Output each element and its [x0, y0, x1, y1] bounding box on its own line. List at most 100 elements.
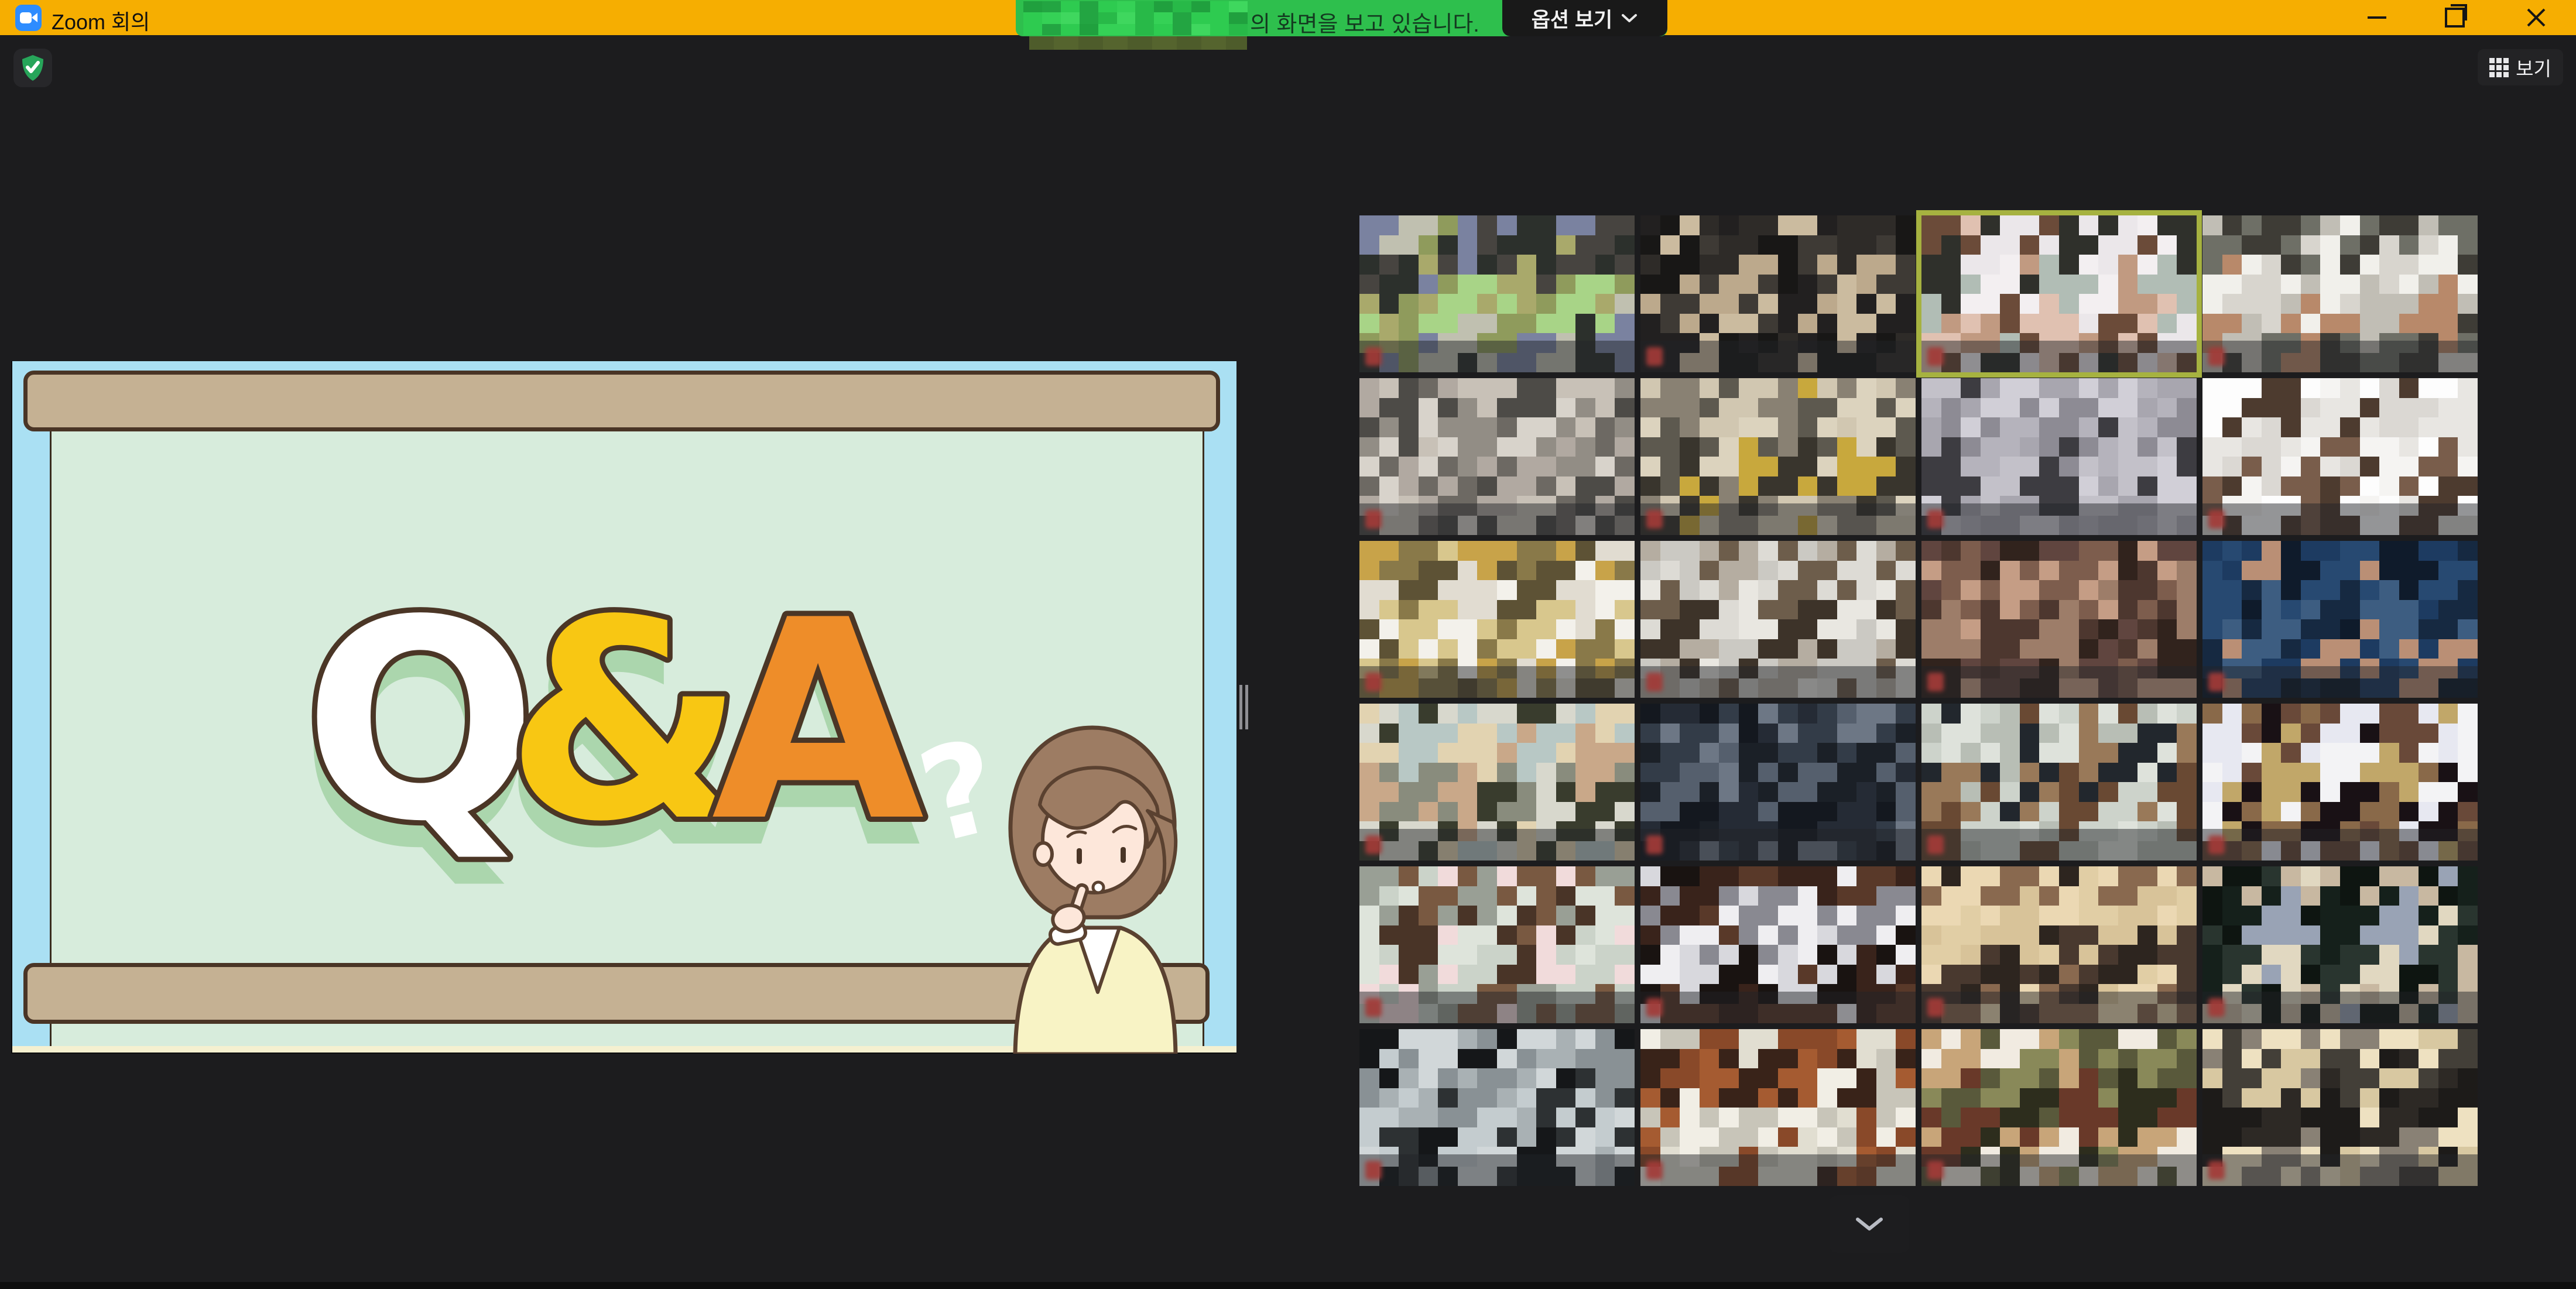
- muted-mic-icon: [1927, 998, 1944, 1017]
- censored-name-overflow: [1029, 36, 1247, 50]
- zoom-meeting-window: Zoom 회의 의 화면을 보고 있습니다. 옵션 보기: [0, 0, 2576, 1289]
- participant-name-bar: [1359, 1154, 1635, 1186]
- participant-name-bar: [1359, 992, 1635, 1023]
- participant-tile[interactable]: [2202, 1029, 2478, 1186]
- share-banner-message: 의 화면을 보고 있습니다.: [1250, 6, 1479, 38]
- participant-tile[interactable]: [2202, 866, 2478, 1023]
- participant-tile[interactable]: [1921, 541, 2197, 698]
- chevron-down-icon: [1621, 12, 1638, 24]
- participant-name-bar: [1640, 666, 1916, 698]
- participant-tile[interactable]: [1921, 1029, 2197, 1186]
- participant-name-bar: [1640, 503, 1916, 535]
- censored-name: [1023, 1, 1248, 35]
- participant-tile[interactable]: [1359, 1029, 1635, 1186]
- participant-name-bar: [2202, 1154, 2478, 1186]
- muted-mic-icon: [1365, 835, 1382, 854]
- muted-mic-icon: [1365, 1161, 1382, 1180]
- gallery-grid-icon: [2489, 58, 2509, 77]
- muted-mic-icon: [1927, 835, 1944, 854]
- view-layout-button[interactable]: 보기: [2478, 49, 2563, 85]
- thinking-woman-illustration: [981, 717, 1204, 1054]
- participant-tile[interactable]: [2202, 215, 2478, 372]
- participant-name-bar: [2202, 666, 2478, 698]
- participant-tile[interactable]: [1640, 704, 1916, 861]
- muted-mic-icon: [2208, 1161, 2225, 1180]
- shared-screen-slide: Q & A Q & A ?: [11, 361, 1236, 1054]
- participant-tile[interactable]: [1640, 215, 1916, 372]
- view-button-label: 보기: [2516, 53, 2551, 81]
- participant-tile[interactable]: [1359, 215, 1635, 372]
- participant-name-bar: [1921, 666, 2197, 698]
- participant-name-bar: [1921, 503, 2197, 535]
- muted-mic-icon: [1927, 1161, 1944, 1180]
- restore-button[interactable]: [2423, 0, 2487, 35]
- muted-mic-icon: [1646, 835, 1663, 854]
- participant-tile[interactable]: [1359, 378, 1635, 535]
- muted-mic-icon: [1365, 510, 1382, 529]
- muted-mic-icon: [2208, 673, 2225, 691]
- muted-mic-icon: [2208, 347, 2225, 366]
- video-grid: [1359, 215, 2478, 1186]
- muted-mic-icon: [2208, 998, 2225, 1017]
- zoom-app-icon: [15, 5, 42, 31]
- panel-resize-handle[interactable]: [1239, 685, 1250, 729]
- more-participants-button[interactable]: [1830, 1195, 1909, 1253]
- participant-name-bar: [1640, 341, 1916, 372]
- muted-mic-icon: [1365, 347, 1382, 366]
- participant-tile[interactable]: [2202, 704, 2478, 861]
- security-button[interactable]: [13, 49, 52, 87]
- participant-tile[interactable]: [1921, 704, 2197, 861]
- participant-name-bar: [1359, 341, 1635, 372]
- view-options-button[interactable]: 옵션 보기: [1502, 0, 1667, 36]
- participant-name-bar: [1640, 1154, 1916, 1186]
- participant-name-bar: [1921, 341, 2197, 372]
- camera-lens-icon: [32, 13, 37, 22]
- participant-tile-active-speaker[interactable]: [1921, 215, 2197, 372]
- participant-tile[interactable]: [1921, 866, 2197, 1023]
- letter-a: A: [711, 561, 926, 882]
- muted-mic-icon: [2208, 835, 2225, 854]
- participant-tile[interactable]: [1921, 378, 2197, 535]
- muted-mic-icon: [1365, 998, 1382, 1017]
- participant-tile[interactable]: [1359, 541, 1635, 698]
- close-icon: [2526, 8, 2546, 28]
- muted-mic-icon: [1646, 673, 1663, 691]
- view-options-label: 옵션 보기: [1532, 4, 1613, 33]
- participant-tile[interactable]: [1640, 1029, 1916, 1186]
- participant-tile[interactable]: [1640, 866, 1916, 1023]
- muted-mic-icon: [2208, 510, 2225, 529]
- muted-mic-icon: [1646, 1161, 1663, 1180]
- muted-mic-icon: [1646, 998, 1663, 1017]
- participant-tile[interactable]: [2202, 378, 2478, 535]
- participant-name-bar: [1359, 829, 1635, 861]
- chevron-down-icon: [1854, 1216, 1885, 1232]
- muted-mic-icon: [1646, 347, 1663, 366]
- participant-name-bar: [1921, 992, 2197, 1023]
- participant-tile[interactable]: [1640, 378, 1916, 535]
- minimize-button[interactable]: [2345, 0, 2409, 35]
- participant-name-bar: [2202, 829, 2478, 861]
- participant-name-bar: [2202, 992, 2478, 1023]
- participant-name-bar: [1921, 829, 2197, 861]
- muted-mic-icon: [1927, 347, 1944, 366]
- window-title: Zoom 회의: [52, 5, 150, 36]
- letter-q: Q: [303, 561, 537, 882]
- participant-name-bar: [1359, 666, 1635, 698]
- muted-mic-icon: [1927, 673, 1944, 691]
- security-shield-icon: [20, 54, 46, 82]
- letter-amp: &: [505, 561, 745, 882]
- participant-name-bar: [1921, 1154, 2197, 1186]
- participant-name-bar: [2202, 503, 2478, 535]
- participant-tile[interactable]: [1359, 866, 1635, 1023]
- participant-name-bar: [1359, 503, 1635, 535]
- camera-icon: [20, 12, 32, 23]
- participant-tile[interactable]: [1359, 704, 1635, 861]
- minimize-icon: [2368, 16, 2386, 19]
- participant-name-bar: [1640, 829, 1916, 861]
- participant-tile[interactable]: [1640, 541, 1916, 698]
- screen-bottom-edge: [0, 1282, 2576, 1289]
- muted-mic-icon: [1646, 510, 1663, 529]
- muted-mic-icon: [1927, 510, 1944, 529]
- close-button[interactable]: [2504, 0, 2568, 35]
- participant-tile[interactable]: [2202, 541, 2478, 698]
